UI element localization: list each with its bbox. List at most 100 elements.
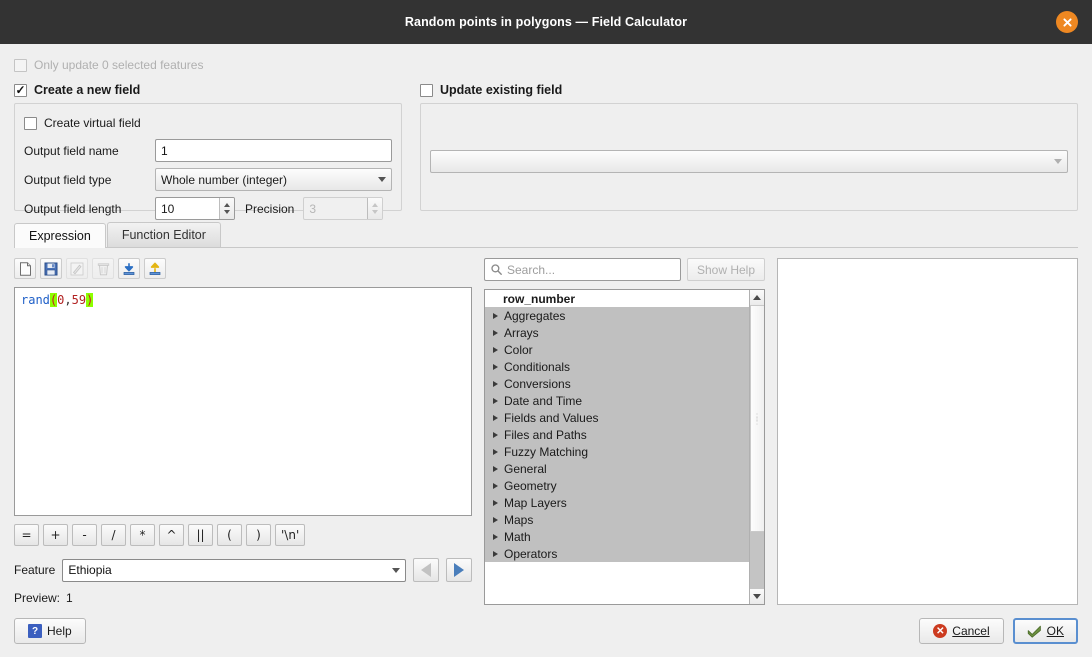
list-item[interactable]: Fuzzy Matching <box>485 443 749 460</box>
chevron-right-icon[interactable] <box>493 397 498 404</box>
tab-function-editor[interactable]: Function Editor <box>106 222 221 247</box>
functions-scrollbar[interactable]: ::: <box>749 290 764 604</box>
operator-button-minus[interactable]: - <box>72 524 97 546</box>
operator-button-divide[interactable]: / <box>101 524 126 546</box>
list-item[interactable]: Conversions <box>485 375 749 392</box>
expression-tab-panel: rand(0,59) = + - / * ^ || ( ) '\n' Featu… <box>14 248 1078 605</box>
ok-button[interactable]: OK <box>1012 618 1078 644</box>
list-item-label: Date and Time <box>504 393 583 408</box>
search-input[interactable]: Search... <box>484 258 681 281</box>
chevron-right-icon[interactable] <box>493 346 498 353</box>
show-help-button: Show Help <box>686 258 765 281</box>
precision-label: Precision <box>245 201 295 216</box>
cancel-button[interactable]: ✕ Cancel <box>919 618 1004 644</box>
scroll-up-button[interactable] <box>749 290 764 305</box>
output-field-type-select[interactable]: Whole number (integer) <box>155 168 392 191</box>
stepper-down-icon[interactable] <box>224 210 230 214</box>
list-item-label: Geometry <box>504 478 557 493</box>
operator-button-equals[interactable]: = <box>14 524 39 546</box>
chevron-right-icon[interactable] <box>493 465 498 472</box>
close-icon[interactable] <box>1056 11 1078 33</box>
import-download-icon[interactable] <box>118 258 140 279</box>
chevron-right-icon[interactable] <box>493 329 498 336</box>
list-item-label: Aggregates <box>504 308 566 323</box>
checkbox-box <box>14 58 27 72</box>
feature-value: Ethiopia <box>68 563 112 577</box>
operator-button-multiply[interactable]: * <box>130 524 155 546</box>
scroll-down-button[interactable] <box>749 589 764 604</box>
export-upload-icon[interactable] <box>144 258 166 279</box>
cancel-x-icon: ✕ <box>933 624 948 638</box>
list-item-label: Arrays <box>504 325 539 340</box>
chevron-right-icon[interactable] <box>493 550 498 557</box>
functions-tree[interactable]: row_number Aggregates Arrays Color Condi… <box>484 289 765 605</box>
list-item[interactable]: Fields and Values <box>485 409 749 426</box>
list-item[interactable]: row_number <box>485 290 749 307</box>
operator-button-row: = + - / * ^ || ( ) '\n' <box>14 524 472 546</box>
stepper-buttons <box>367 198 383 219</box>
chevron-right-icon[interactable] <box>493 516 498 523</box>
dialog-footer: ? Help ✕ Cancel OK <box>0 605 1092 657</box>
output-field-length-stepper[interactable]: 10 <box>155 197 235 220</box>
operator-button-open-paren[interactable]: ( <box>217 524 242 546</box>
output-field-type-row: Output field type Whole number (integer) <box>24 168 392 191</box>
operator-button-concat[interactable]: || <box>188 524 213 546</box>
list-item[interactable]: Files and Paths <box>485 426 749 443</box>
list-item[interactable]: Arrays <box>485 324 749 341</box>
list-item-label: Fuzzy Matching <box>504 444 589 459</box>
expression-input[interactable]: rand(0,59) <box>14 287 472 516</box>
existing-field-group <box>420 103 1078 211</box>
chevron-right-icon[interactable] <box>493 499 498 506</box>
tab-expression[interactable]: Expression <box>14 223 106 248</box>
chevron-right-icon[interactable] <box>493 363 498 370</box>
list-item-label: Conversions <box>504 376 571 391</box>
create-new-field-checkbox[interactable]: ✓ Create a new field <box>14 83 402 97</box>
list-item[interactable]: Color <box>485 341 749 358</box>
feature-select[interactable]: Ethiopia <box>62 558 406 582</box>
chevron-right-icon[interactable] <box>493 380 498 387</box>
new-file-icon[interactable] <box>14 258 36 279</box>
arrow-up-icon <box>753 295 761 300</box>
checkbox-box <box>24 116 37 130</box>
chevron-right-icon[interactable] <box>493 312 498 319</box>
chevron-right-icon[interactable] <box>493 414 498 421</box>
next-feature-button[interactable] <box>446 558 472 582</box>
list-item[interactable]: General <box>485 460 749 477</box>
expression-toolbar <box>14 258 472 279</box>
arrow-left-icon <box>421 563 431 577</box>
chevron-right-icon[interactable] <box>493 448 498 455</box>
operator-button-plus[interactable]: + <box>43 524 68 546</box>
stepper-buttons[interactable] <box>219 198 234 219</box>
chevron-right-icon[interactable] <box>493 533 498 540</box>
operator-button-newline[interactable]: '\n' <box>275 524 306 546</box>
list-item[interactable]: Aggregates <box>485 307 749 324</box>
operator-button-close-paren[interactable]: ) <box>246 524 271 546</box>
help-button[interactable]: ? Help <box>14 618 86 644</box>
output-field-name-input[interactable]: 1 <box>155 139 392 162</box>
scrollbar-thumb[interactable]: ::: <box>749 305 764 533</box>
create-virtual-field-checkbox[interactable]: Create virtual field <box>24 116 141 130</box>
list-item[interactable]: Maps <box>485 511 749 528</box>
preview-row: Preview: 1 <box>14 591 472 605</box>
list-item-label: Conditionals <box>504 359 571 374</box>
chevron-right-icon[interactable] <box>493 431 498 438</box>
expression-token-close-paren: ) <box>86 293 94 307</box>
chevron-right-icon[interactable] <box>493 482 498 489</box>
scrollbar-track[interactable]: ::: <box>749 305 764 589</box>
list-item[interactable]: Operators <box>485 545 749 562</box>
update-existing-field-checkbox[interactable]: Update existing field <box>420 83 1078 97</box>
list-item[interactable]: Geometry <box>485 477 749 494</box>
list-item[interactable]: Math <box>485 528 749 545</box>
stepper-up-icon[interactable] <box>224 203 230 207</box>
list-item[interactable]: Map Layers <box>485 494 749 511</box>
search-icon <box>491 264 502 275</box>
list-item[interactable]: Conditionals <box>485 358 749 375</box>
dialog-body: Only update 0 selected features ✓ Create… <box>0 44 1092 605</box>
operator-button-power[interactable]: ^ <box>159 524 184 546</box>
chevron-down-icon <box>392 567 400 573</box>
list-item[interactable]: Date and Time <box>485 392 749 409</box>
title-bar: Random points in polygons — Field Calcul… <box>0 0 1092 44</box>
save-icon[interactable] <box>40 258 62 279</box>
create-new-field-label: Create a new field <box>34 83 141 97</box>
output-field-name-label: Output field name <box>24 143 119 158</box>
